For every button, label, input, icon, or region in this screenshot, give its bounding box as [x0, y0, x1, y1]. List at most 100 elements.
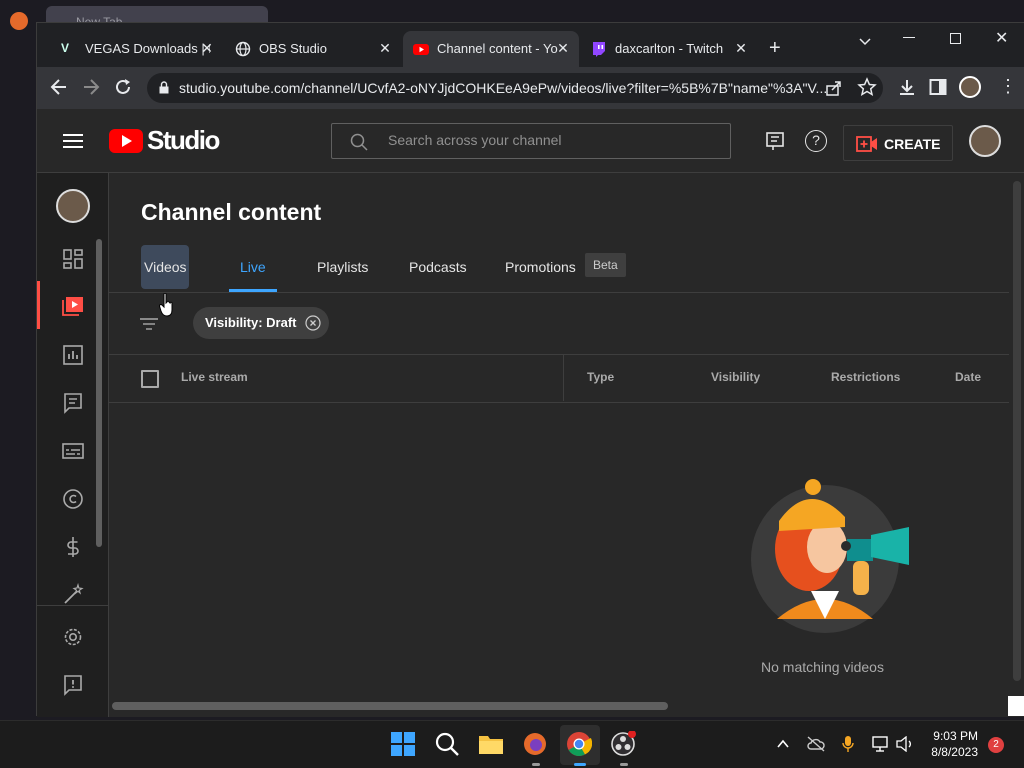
horizontal-scrollbar[interactable]	[112, 702, 668, 710]
dashboard-icon[interactable]	[61, 247, 85, 271]
help-icon[interactable]: ?	[805, 130, 827, 152]
content-scrollbar[interactable]	[1013, 181, 1021, 681]
search-taskbar-icon[interactable]	[434, 731, 462, 759]
tab-vegas[interactable]: V VEGAS Downloads | D ✕	[51, 31, 223, 67]
hamburger-menu-icon[interactable]	[63, 133, 83, 149]
create-video-icon	[856, 135, 878, 153]
clock-date[interactable]: 8/8/2023	[924, 745, 978, 759]
filter-divider	[109, 354, 1009, 355]
column-header-restrictions[interactable]: Restrictions	[831, 370, 900, 384]
side-panel-icon[interactable]	[929, 78, 947, 96]
column-header-visibility[interactable]: Visibility	[711, 370, 760, 384]
running-indicator	[532, 763, 540, 766]
earn-dollar-icon[interactable]	[61, 535, 85, 559]
address-bar[interactable]: studio.youtube.com/channel/UCvfA2-oNYJjd…	[147, 73, 883, 103]
comments-icon[interactable]	[61, 391, 85, 415]
profile-avatar[interactable]	[959, 76, 981, 98]
globe-icon	[235, 41, 251, 57]
close-icon[interactable]: ✕	[199, 40, 215, 56]
tab-strip: V VEGAS Downloads | D ✕ OBS Studio ✕ Cha…	[37, 23, 1024, 67]
settings-gear-icon[interactable]	[61, 625, 85, 649]
create-button[interactable]: CREATE	[843, 125, 953, 161]
filter-chip[interactable]: Visibility: Draft	[193, 307, 329, 339]
bookmark-star-icon[interactable]	[857, 77, 877, 97]
channel-avatar[interactable]	[56, 189, 90, 223]
column-header-date[interactable]: Date	[955, 370, 981, 384]
tab-playlists[interactable]: Playlists	[317, 259, 368, 275]
studio-logo[interactable]: Studio	[109, 125, 220, 155]
feedback-icon[interactable]	[765, 131, 785, 151]
content-icon[interactable]	[61, 294, 85, 318]
new-tab-button[interactable]: +	[769, 37, 781, 60]
share-icon[interactable]	[825, 79, 843, 97]
close-window-icon[interactable]: ✕	[995, 28, 1008, 48]
search-icon	[350, 133, 368, 151]
youtube-icon	[413, 41, 429, 57]
empty-state-message: No matching videos	[761, 659, 884, 675]
left-navigation	[37, 173, 109, 717]
clock-time[interactable]: 9:03 PM	[928, 729, 978, 743]
forward-icon[interactable]	[81, 77, 101, 97]
account-avatar[interactable]	[969, 125, 1001, 157]
menu-kebab-icon[interactable]: ⋮	[999, 76, 1017, 97]
download-icon[interactable]	[897, 77, 917, 97]
volume-icon[interactable]	[896, 736, 914, 752]
chrome-taskbar-icon[interactable]	[566, 731, 594, 759]
nav-divider	[37, 605, 109, 606]
obs-taskbar-icon[interactable]	[610, 731, 638, 759]
logo-text: Studio	[147, 125, 220, 155]
select-all-checkbox[interactable]	[141, 370, 159, 388]
active-indicator	[574, 763, 586, 766]
send-feedback-icon[interactable]	[61, 673, 85, 697]
firefox-taskbar-icon[interactable]	[522, 731, 550, 759]
twitch-icon	[591, 41, 607, 57]
cloud-off-icon[interactable]	[806, 736, 826, 752]
tab-channel-content[interactable]: Channel content - Yo ✕	[403, 31, 579, 67]
firefox-icon	[10, 12, 28, 30]
maximize-icon[interactable]	[950, 33, 961, 44]
column-header-type[interactable]: Type	[587, 370, 614, 384]
youtube-logo-icon	[109, 129, 143, 153]
analytics-icon[interactable]	[61, 343, 85, 367]
microphone-icon[interactable]	[842, 735, 854, 753]
tab-search-icon[interactable]	[857, 33, 873, 49]
copyright-icon[interactable]	[61, 487, 85, 511]
tab-live[interactable]: Live	[240, 259, 266, 275]
close-icon[interactable]: ✕	[555, 40, 571, 56]
chevron-up-icon[interactable]	[776, 737, 790, 751]
column-divider	[563, 355, 564, 401]
no-results-illustration	[749, 469, 929, 639]
vegas-icon: V	[61, 41, 70, 55]
tabs-divider	[109, 292, 1009, 293]
close-icon[interactable]: ✕	[377, 40, 393, 56]
browser-window: V VEGAS Downloads | D ✕ OBS Studio ✕ Cha…	[36, 22, 1024, 717]
close-icon[interactable]: ✕	[733, 40, 749, 56]
main-content: Channel content Videos Live Playlists Po…	[109, 173, 1024, 717]
tab-twitch[interactable]: daxcarlton - Twitch ✕	[581, 31, 757, 67]
reload-icon[interactable]	[113, 77, 133, 97]
column-header-live-stream[interactable]: Live stream	[181, 370, 248, 384]
tab-promotions[interactable]: Promotions	[505, 259, 576, 275]
mouse-cursor-icon	[159, 293, 175, 317]
network-icon[interactable]	[872, 736, 890, 752]
filter-icon[interactable]	[139, 316, 159, 332]
nav-scrollbar[interactable]	[96, 239, 102, 547]
tab-obs[interactable]: OBS Studio ✕	[225, 31, 401, 67]
file-explorer-icon[interactable]	[478, 731, 506, 759]
taskbar: 9:03 PM 8/8/2023 2	[0, 720, 1024, 768]
remove-filter-icon[interactable]	[304, 315, 321, 331]
running-indicator	[620, 763, 628, 766]
tab-videos[interactable]: Videos	[144, 259, 187, 275]
search-bar[interactable]	[331, 123, 731, 159]
background-window-edge	[1008, 696, 1024, 716]
page-title: Channel content	[141, 199, 322, 225]
subtitles-icon[interactable]	[61, 439, 85, 463]
back-icon[interactable]	[49, 77, 69, 97]
windows-start-icon[interactable]	[390, 731, 418, 759]
beta-badge: Beta	[585, 253, 626, 277]
notification-badge[interactable]: 2	[988, 737, 1004, 753]
tab-podcasts[interactable]: Podcasts	[409, 259, 467, 275]
minimize-icon[interactable]	[903, 37, 915, 38]
customization-wand-icon[interactable]	[61, 583, 85, 607]
search-input[interactable]	[388, 132, 708, 148]
